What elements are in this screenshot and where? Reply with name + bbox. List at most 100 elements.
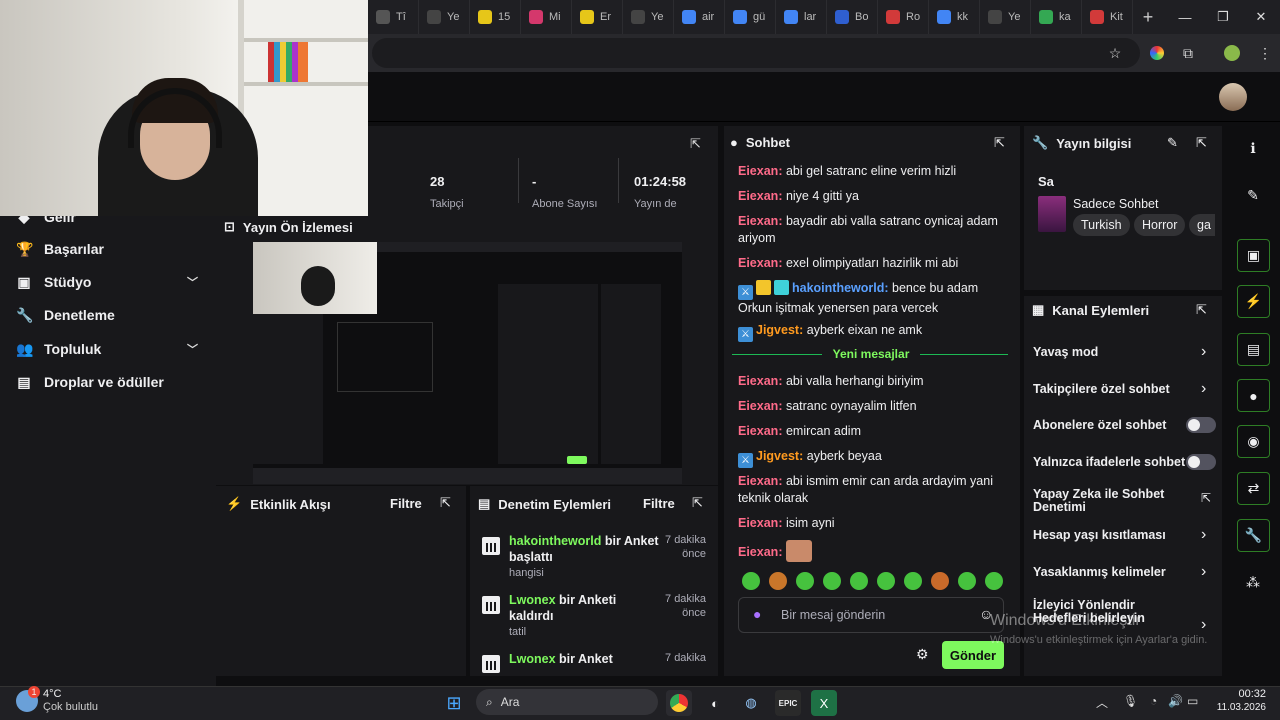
- new-tab-button[interactable]: +: [1133, 0, 1163, 34]
- taskbar-search[interactable]: ⌕ Ara: [476, 689, 658, 715]
- channel-action-item[interactable]: Takipçilere özel sohbet: [1033, 383, 1215, 396]
- chat-username[interactable]: Jigvest: [756, 323, 799, 337]
- chat-username[interactable]: Eiexan: [738, 474, 778, 488]
- chevron-right-icon[interactable]: ›: [1201, 380, 1206, 398]
- chevron-down-icon[interactable]: ﹀: [187, 341, 198, 357]
- emote-icon[interactable]: [850, 572, 868, 590]
- emote-icon[interactable]: [904, 572, 922, 590]
- extensions-puzzle-icon[interactable]: ⧉: [1178, 43, 1198, 63]
- profile-icon[interactable]: [1222, 43, 1242, 63]
- subscriber-badge-icon[interactable]: [774, 280, 789, 295]
- popout-icon[interactable]: ⇱: [1196, 135, 1207, 151]
- add-action-icon[interactable]: ⁂: [1240, 569, 1266, 595]
- obs-icon[interactable]: ◐: [702, 690, 728, 716]
- channel-action-item[interactable]: Yasaklanmış kelimeler: [1033, 566, 1215, 579]
- sidebar-item[interactable]: ▣ Stüdyo ﹀: [16, 267, 206, 297]
- emote-image[interactable]: [785, 540, 812, 562]
- browser-tab[interactable]: air: [674, 0, 725, 34]
- microphone-tray-icon[interactable]: 🎙: [1123, 694, 1138, 708]
- browser-tab[interactable]: ka: [1031, 0, 1082, 34]
- popout-icon[interactable]: ⇱: [994, 135, 1005, 151]
- volume-icon[interactable]: 🔊: [1168, 694, 1183, 708]
- chat-username[interactable]: Eiexan: [738, 164, 778, 178]
- external-link-icon[interactable]: ⇱: [1201, 491, 1211, 505]
- emote-icon[interactable]: [877, 572, 895, 590]
- moderator-badge-icon[interactable]: ⚔: [738, 453, 753, 468]
- chevron-down-icon[interactable]: ﹀: [187, 274, 198, 290]
- mod-action-user[interactable]: hakointheworld: [509, 534, 601, 548]
- category-boxart[interactable]: [1038, 196, 1066, 232]
- battery-icon[interactable]: ▭: [1187, 694, 1198, 708]
- emote-icon[interactable]: [958, 572, 976, 590]
- popout-icon[interactable]: ⇱: [690, 136, 701, 152]
- channel-action-item[interactable]: Yapay Zeka ile Sohbet Denetimi: [1033, 488, 1173, 514]
- emote-icon[interactable]: [931, 572, 949, 590]
- sidebar-item[interactable]: 🏆 Başarılar: [16, 234, 206, 264]
- broadcast-icon[interactable]: ◉: [1237, 425, 1270, 458]
- maximize-button[interactable]: ❐: [1204, 0, 1242, 34]
- info-icon[interactable]: ℹ: [1240, 135, 1266, 161]
- browser-tab[interactable]: gü: [725, 0, 776, 34]
- toggle-switch[interactable]: [1186, 417, 1216, 433]
- browser-tab[interactable]: Ro: [878, 0, 929, 34]
- edit-icon[interactable]: ✎: [1240, 182, 1266, 208]
- browser-menu-icon[interactable]: ⋮: [1255, 43, 1275, 63]
- mod-action-user[interactable]: Lwonex: [509, 652, 556, 666]
- epic-games-icon[interactable]: EPIC: [775, 690, 801, 716]
- mod-actions-filter-button[interactable]: Filtre: [643, 496, 675, 511]
- chat-icon[interactable]: ●: [1237, 379, 1270, 412]
- emote-icon[interactable]: [769, 572, 787, 590]
- chrome-icon[interactable]: [666, 690, 692, 716]
- wrench-icon[interactable]: 🔧: [1237, 519, 1270, 552]
- chevron-right-icon[interactable]: ›: [1201, 526, 1206, 544]
- steam-icon[interactable]: ◍: [738, 690, 764, 716]
- chat-username[interactable]: Eiexan: [738, 399, 778, 413]
- stream-tag[interactable]: ga: [1189, 214, 1215, 236]
- clip-icon[interactable]: ▣: [1237, 239, 1270, 272]
- chat-input[interactable]: ● Bir mesaj gönderin ☺: [738, 597, 1004, 633]
- browser-tab[interactable]: Bo: [827, 0, 878, 34]
- chevron-right-icon[interactable]: ›: [1201, 616, 1206, 634]
- bookmark-star-icon[interactable]: ☆: [1105, 43, 1125, 63]
- note-icon[interactable]: ▤: [1237, 333, 1270, 366]
- stream-tag[interactable]: Horror: [1134, 214, 1186, 236]
- browser-tab[interactable]: Ye: [623, 0, 674, 34]
- chat-username[interactable]: Eiexan: [738, 516, 778, 530]
- chat-username[interactable]: Eiexan: [738, 189, 778, 203]
- edit-pencil-icon[interactable]: ✎: [1167, 135, 1178, 151]
- chat-username[interactable]: Eiexan: [738, 545, 778, 559]
- browser-tab[interactable]: Tî: [368, 0, 419, 34]
- mod-action-user[interactable]: Lwonex: [509, 593, 556, 607]
- clock-date[interactable]: 11.03.2026: [1210, 702, 1266, 713]
- moderator-badge-icon[interactable]: ⚔: [738, 285, 753, 300]
- clock-time[interactable]: 00:32: [1230, 688, 1266, 700]
- url-input[interactable]: [372, 38, 1140, 68]
- minimize-button[interactable]: —: [1166, 0, 1204, 34]
- popout-icon[interactable]: ⇱: [1196, 302, 1207, 318]
- browser-tab[interactable]: 15: [470, 0, 521, 34]
- windows-start-icon[interactable]: ⊞: [441, 690, 467, 716]
- emote-icon[interactable]: [823, 572, 841, 590]
- settings-gear-icon[interactable]: ⚙: [916, 646, 929, 663]
- chevron-right-icon[interactable]: ›: [1201, 343, 1206, 361]
- channel-action-item[interactable]: Yavaş mod: [1033, 346, 1215, 359]
- extension-color-icon[interactable]: [1147, 43, 1167, 63]
- toggle-switch[interactable]: [1186, 454, 1216, 470]
- sidebar-item[interactable]: 🔧 Denetleme: [16, 300, 206, 330]
- avatar[interactable]: [1219, 83, 1247, 111]
- stream-tag[interactable]: Turkish: [1073, 214, 1130, 236]
- raid-icon[interactable]: ⇄: [1237, 472, 1270, 505]
- moderator-badge-icon[interactable]: ⚔: [738, 327, 753, 342]
- excel-icon[interactable]: X: [811, 690, 837, 716]
- close-window-button[interactable]: ✕: [1242, 0, 1280, 34]
- wifi-icon[interactable]: ◔: [1150, 694, 1157, 708]
- category-name[interactable]: Sadece Sohbet: [1073, 197, 1159, 211]
- chat-username[interactable]: Eiexan: [738, 214, 778, 228]
- chat-username[interactable]: hakointheworld: [792, 281, 884, 295]
- chat-username[interactable]: Eiexan: [738, 424, 778, 438]
- stream-preview-video[interactable]: [253, 242, 682, 484]
- chevron-right-icon[interactable]: ›: [1201, 563, 1206, 581]
- crown-badge-icon[interactable]: [756, 280, 771, 295]
- emote-icon[interactable]: [796, 572, 814, 590]
- emote-icon[interactable]: [985, 572, 1003, 590]
